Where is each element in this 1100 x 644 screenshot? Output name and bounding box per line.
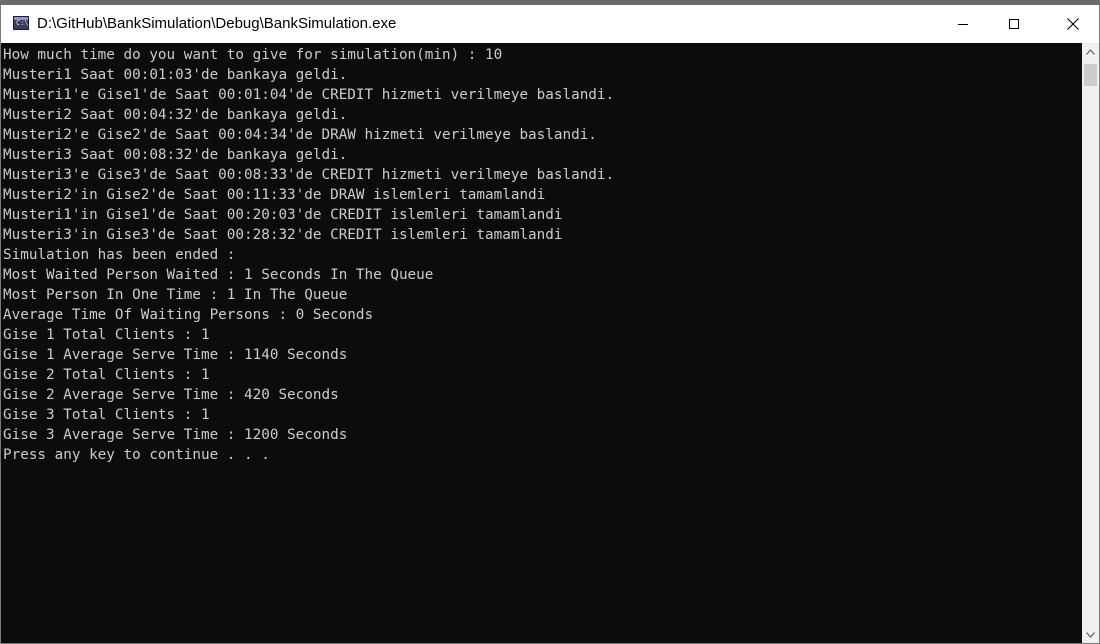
- console-line: How much time do you want to give for si…: [3, 47, 503, 63]
- console-line: Gise 1 Total Clients : 1: [3, 327, 210, 343]
- console-output[interactable]: How much time do you want to give for si…: [1, 43, 1082, 643]
- vertical-scrollbar[interactable]: [1082, 43, 1099, 643]
- minimize-button[interactable]: [940, 5, 986, 43]
- close-icon: [1067, 18, 1079, 30]
- console-line: Gise 2 Total Clients : 1: [3, 367, 210, 383]
- console-line: Musteri3 Saat 00:08:32'de bankaya geldi.: [3, 147, 348, 163]
- console-line: Most Person In One Time : 1 In The Queue: [3, 287, 348, 303]
- console-line: Musteri2 Saat 00:04:32'de bankaya geldi.: [3, 107, 348, 123]
- scroll-down-button[interactable]: [1082, 626, 1099, 643]
- console-line: Musteri2'in Gise2'de Saat 00:11:33'de DR…: [3, 187, 546, 203]
- scroll-up-button[interactable]: [1082, 43, 1099, 60]
- console-line: Gise 1 Average Serve Time : 1140 Seconds: [3, 347, 348, 363]
- console-line: Gise 3 Average Serve Time : 1200 Seconds: [3, 427, 348, 443]
- console-app-icon[interactable]: C:\: [13, 16, 29, 30]
- window-title: D:\GitHub\BankSimulation\Debug\BankSimul…: [37, 15, 397, 32]
- console-line: Press any key to continue . . .: [3, 447, 270, 463]
- console-line: Musteri3'e Gise3'de Saat 00:08:33'de CRE…: [3, 167, 615, 183]
- console-line: Gise 3 Total Clients : 1: [3, 407, 210, 423]
- close-button[interactable]: [1050, 5, 1096, 43]
- scroll-down-arrow-icon: [1086, 631, 1095, 638]
- maximize-icon: [1009, 19, 1019, 29]
- console-window[interactable]: C:\ D:\GitHub\BankSimulation\Debug\BankS…: [0, 5, 1100, 644]
- console-line: Musteri1 Saat 00:01:03'de bankaya geldi.: [3, 67, 348, 83]
- console-line: Musteri3'in Gise3'de Saat 00:28:32'de CR…: [3, 227, 563, 243]
- console-line: Average Time Of Waiting Persons : 0 Seco…: [3, 307, 374, 323]
- console-line: Simulation has been ended :: [3, 247, 236, 263]
- console-line: Musteri1'in Gise1'de Saat 00:20:03'de CR…: [3, 207, 563, 223]
- scroll-thumb[interactable]: [1084, 64, 1097, 86]
- maximize-button[interactable]: [991, 5, 1037, 43]
- minimize-icon: [958, 23, 968, 25]
- scroll-up-arrow-icon: [1086, 48, 1095, 55]
- title-bar[interactable]: C:\ D:\GitHub\BankSimulation\Debug\BankS…: [1, 5, 1099, 43]
- console-lines: How much time do you want to give for si…: [3, 45, 614, 465]
- console-line: Musteri1'e Gise1'de Saat 00:01:04'de CRE…: [3, 87, 615, 103]
- console-line: Most Waited Person Waited : 1 Seconds In…: [3, 267, 434, 283]
- console-line: Gise 2 Average Serve Time : 420 Seconds: [3, 387, 339, 403]
- console-line: Musteri2'e Gise2'de Saat 00:04:34'de DRA…: [3, 127, 597, 143]
